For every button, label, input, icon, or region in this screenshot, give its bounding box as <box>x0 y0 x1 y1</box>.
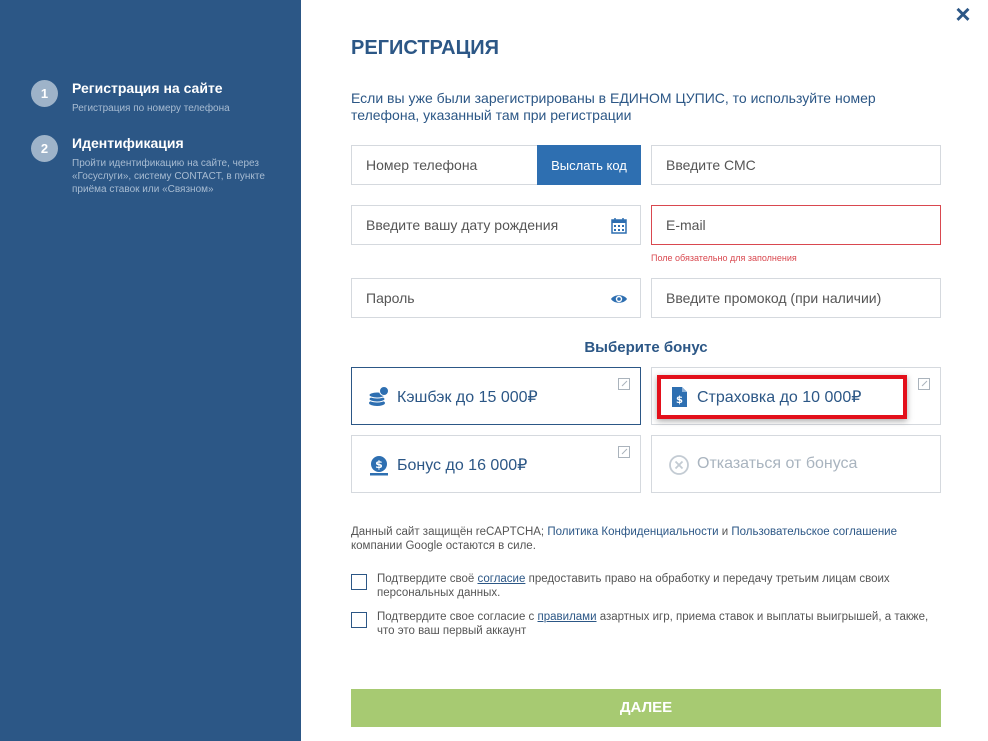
sms-field <box>651 145 941 185</box>
recaptcha-prefix: Данный сайт защищён reCAPTCHA; <box>351 526 548 538</box>
step-description: Регистрация по номеру телефона <box>72 103 230 114</box>
step-description: Пройти идентификацию на сайте, через «Го… <box>72 158 265 195</box>
bonus-option-bonus[interactable]: $ Бонус до 16 000₽ <box>351 435 641 493</box>
sidebar: 1 Регистрация на сайте Регистрация по но… <box>0 0 301 741</box>
email-error-message: Поле обязательно для заполнения <box>651 253 797 263</box>
rules-link[interactable]: правилами <box>538 611 597 623</box>
close-icon[interactable]: × <box>951 1 975 27</box>
bonus-option-decline[interactable]: Отказаться от бонуса <box>651 435 941 493</box>
svg-text:$: $ <box>375 458 383 471</box>
recaptcha-suffix: компании Google остаются в силе. <box>351 540 536 552</box>
step-title: Регистрация на сайте <box>72 80 223 96</box>
page-title: РЕГИСТРАЦИЯ <box>351 37 499 59</box>
intro-text: Если вы уже были зарегистрированы в ЕДИН… <box>351 90 876 123</box>
consent-text: Подтвердите своё согласие предоставить п… <box>377 572 937 600</box>
birthdate-field <box>351 205 641 245</box>
coins-icon <box>368 386 389 406</box>
email-input[interactable] <box>652 206 940 244</box>
next-button[interactable]: ДАЛЕЕ <box>351 689 941 727</box>
eye-icon[interactable] <box>610 290 628 308</box>
privacy-policy-link[interactable]: Политика Конфиденциальности <box>547 526 718 538</box>
consent-before: Подтвердите свое согласие с <box>377 611 538 623</box>
rules-checkbox[interactable] <box>351 612 367 628</box>
calendar-icon[interactable] <box>610 217 628 235</box>
external-link-icon[interactable] <box>618 378 630 390</box>
sms-input[interactable] <box>652 146 940 184</box>
password-field <box>351 278 641 318</box>
consent-before: Подтвердите своё <box>377 573 478 585</box>
step-number: 2 <box>31 135 58 162</box>
consent-checkbox[interactable] <box>351 574 367 590</box>
recaptcha-and: и <box>718 526 732 538</box>
promo-field <box>651 278 941 318</box>
external-link-icon[interactable] <box>918 378 930 390</box>
send-code-button[interactable]: Выслать код <box>537 145 641 185</box>
phone-field: Выслать код <box>351 145 641 185</box>
email-field <box>651 205 941 245</box>
bonus-option-cashback[interactable]: Кэшбэк до 15 000₽ <box>351 367 641 425</box>
bonus-label: Отказаться от бонуса <box>697 455 858 472</box>
money-bag-icon: $ <box>370 456 388 476</box>
bonus-heading: Выберите бонус <box>584 339 708 356</box>
recaptcha-notice: Данный сайт защищён reCAPTCHA; Политика … <box>351 525 941 553</box>
step-number: 1 <box>31 80 58 107</box>
external-link-icon[interactable] <box>618 446 630 458</box>
bonus-label: Кэшбэк до 15 000₽ <box>397 389 538 406</box>
highlight-box <box>657 375 907 419</box>
promo-input[interactable] <box>652 279 940 317</box>
consent-text: Подтвердите свое согласие с правилами аз… <box>377 610 937 638</box>
step-title: Идентификация <box>72 135 184 151</box>
birthdate-input[interactable] <box>352 206 640 244</box>
password-input[interactable] <box>352 279 640 317</box>
consent-link[interactable]: согласие <box>477 573 525 585</box>
bonus-label: Бонус до 16 000₽ <box>397 457 528 474</box>
decline-icon <box>669 455 689 475</box>
terms-link[interactable]: Пользовательское соглашение <box>731 526 897 538</box>
